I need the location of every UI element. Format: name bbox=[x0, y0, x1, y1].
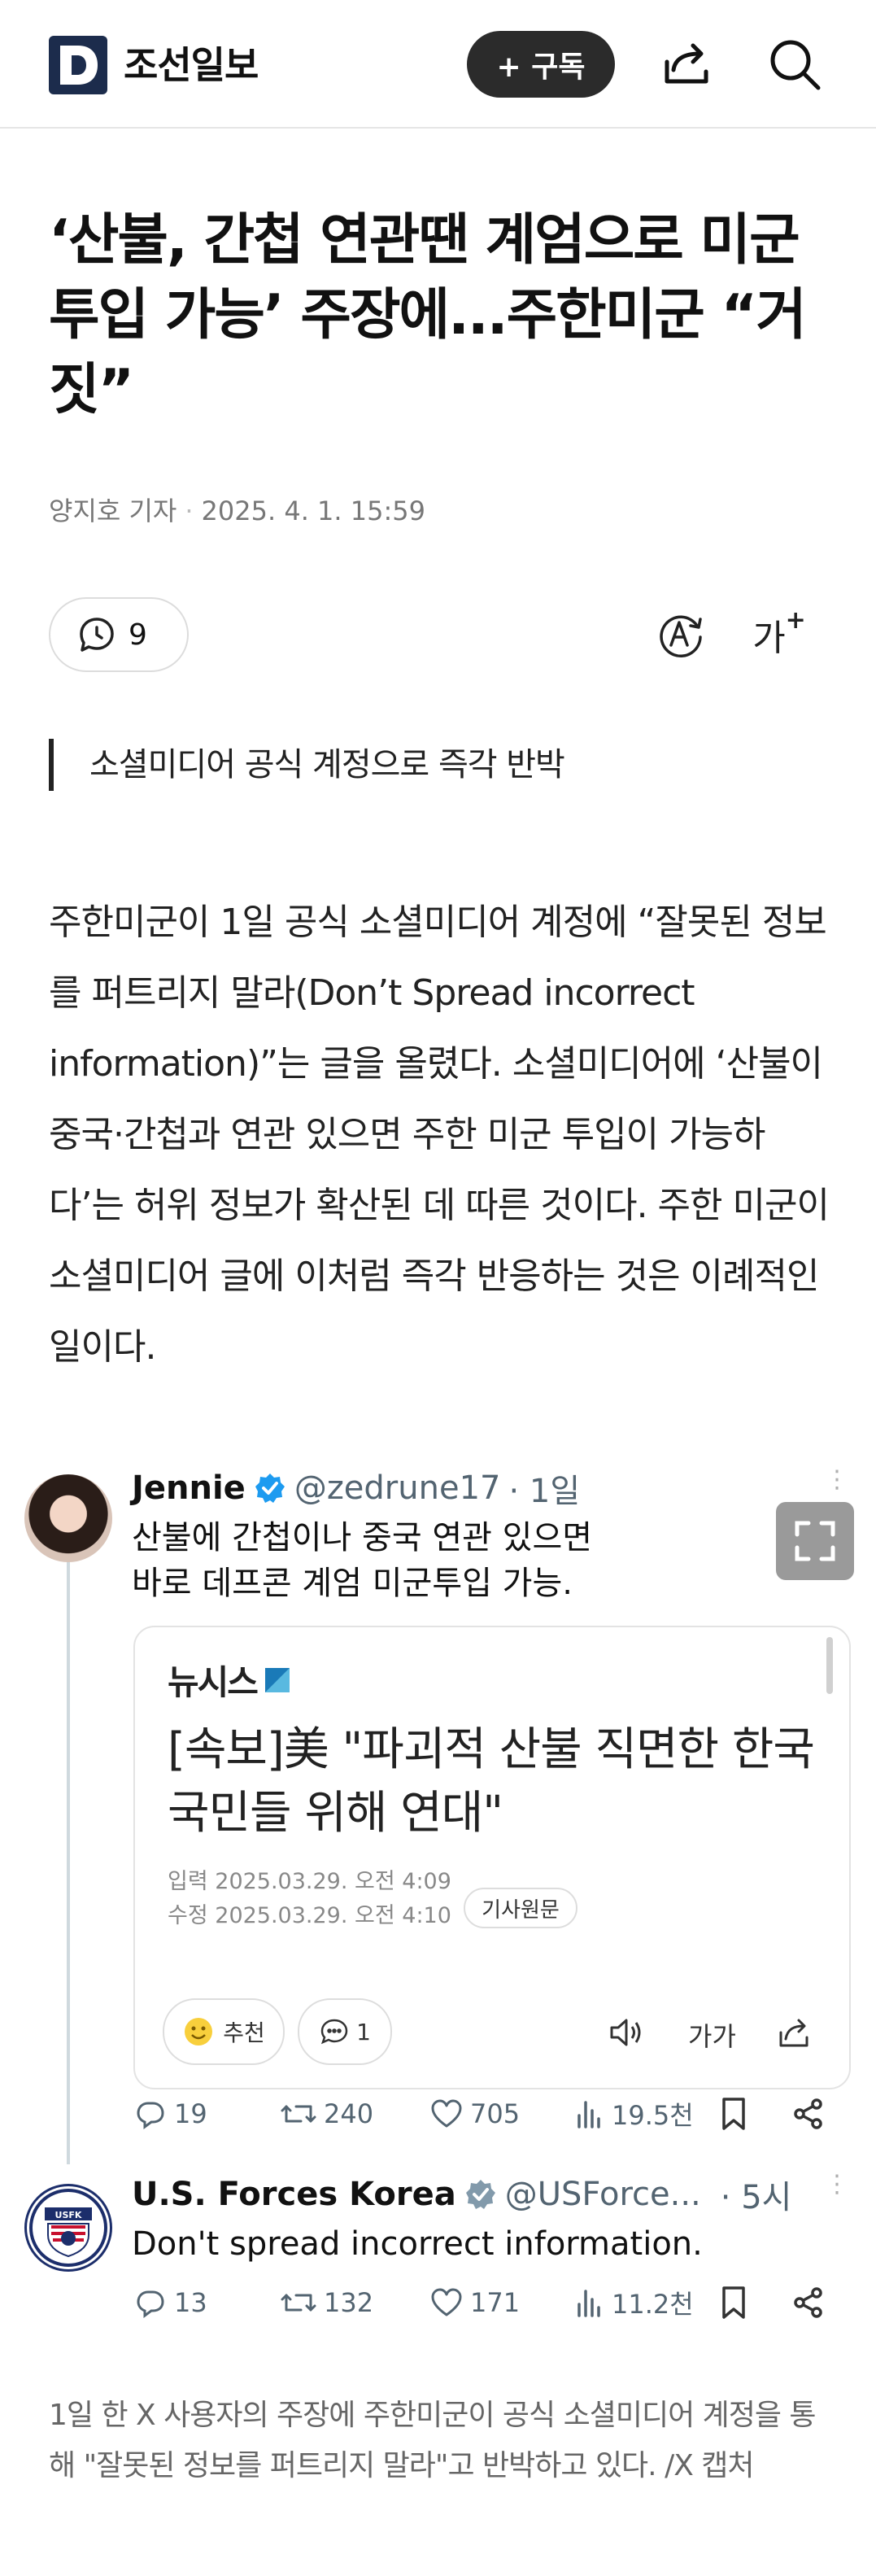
tweet2-heart-icon bbox=[431, 2288, 462, 2316]
tweet2-handle[interactable]: @USForce... bbox=[505, 2176, 701, 2213]
heart-icon bbox=[431, 2099, 462, 2128]
search-icon[interactable] bbox=[765, 34, 825, 94]
tweet1-text-line2: 바로 데프콘 계엄 미군투입 가능. bbox=[132, 1565, 573, 1602]
image-caption: 1일 한 X 사용자의 주장에 주한미군이 공식 소셜미디어 계정을 통해 "잘… bbox=[49, 2399, 817, 2482]
tweet1-text-line1: 산불에 간첩이나 중국 연관 있으면 bbox=[132, 1519, 593, 1557]
reporter-name[interactable]: 양지호 기자 bbox=[49, 496, 177, 526]
verified-badge-icon bbox=[254, 1472, 286, 1504]
subheadline: 소셜미디어 공식 계정으로 즉각 반박 bbox=[49, 739, 565, 791]
jennie-avatar[interactable] bbox=[24, 1474, 112, 1562]
like-count: 705 bbox=[470, 2098, 521, 2129]
app-header: 조선일보 + 구독 bbox=[0, 0, 876, 129]
card-font-size-icon[interactable]: 가가 bbox=[688, 2016, 736, 2054]
retweet-action[interactable]: 240 bbox=[280, 2097, 373, 2131]
tweet2-bookmark-icon[interactable] bbox=[717, 2285, 750, 2321]
news-card-title: [속보]美 "파괴적 산불 직면한 한국 국민들 위해 연대" bbox=[168, 1723, 815, 1840]
font-size-icon[interactable]: 가 + bbox=[748, 604, 810, 666]
tweet2-views-icon bbox=[577, 2290, 600, 2317]
recommend-label: 추천 bbox=[223, 2019, 265, 2046]
verified-gray-badge-icon bbox=[464, 2178, 497, 2211]
logo-d-icon[interactable] bbox=[49, 36, 107, 94]
tweet1-handle[interactable]: @zedrune17 bbox=[294, 1469, 501, 1507]
card-scrollbar[interactable] bbox=[826, 1637, 833, 1694]
comment-icon bbox=[76, 614, 117, 655]
tweet2-like-action[interactable]: 171 bbox=[429, 2286, 520, 2320]
newsis-flag-icon bbox=[264, 1667, 290, 1692]
thread-connector bbox=[67, 1546, 70, 2164]
smile-icon bbox=[182, 2015, 215, 2048]
tweet2-retweet-action[interactable]: 132 bbox=[280, 2286, 373, 2320]
usfk-avatar[interactable]: USFK bbox=[24, 2184, 112, 2272]
speaker-icon[interactable] bbox=[607, 2013, 646, 2052]
comment-count: 9 bbox=[129, 618, 147, 652]
font-size-label: 가 bbox=[752, 618, 786, 659]
reply-count: 19 bbox=[174, 2098, 207, 2129]
tweet2-like-count: 171 bbox=[470, 2287, 521, 2318]
views-action[interactable]: 19.5천 bbox=[573, 2095, 694, 2133]
share-icon[interactable] bbox=[657, 34, 717, 94]
tweet2-name[interactable]: U.S. Forces Korea bbox=[132, 2176, 456, 2213]
tweet2-reply-icon bbox=[137, 2290, 164, 2318]
reply-action[interactable]: 19 bbox=[133, 2097, 207, 2131]
translate-icon[interactable] bbox=[649, 604, 711, 666]
more-icon[interactable]: ⋮ bbox=[825, 1468, 849, 1492]
news-card[interactable]: 뉴시스 [속보]美 "파괴적 산불 직면한 한국 국민들 위해 연대" 입력 2… bbox=[133, 1626, 851, 2089]
card-comment-button[interactable]: 1 bbox=[298, 1998, 392, 2065]
retweet-count: 240 bbox=[324, 2098, 374, 2129]
card-comment-count: 1 bbox=[356, 2018, 371, 2046]
tweet2-time: · 5시 bbox=[720, 2179, 792, 2216]
publish-date: 2025. 4. 1. 15:59 bbox=[201, 496, 425, 526]
tweet2-text: Don't spread incorrect information. bbox=[132, 2225, 703, 2263]
newsis-logo: 뉴시스 bbox=[168, 1655, 290, 1705]
card-comment-icon bbox=[319, 2016, 350, 2047]
tweet2-reply-action[interactable]: 13 bbox=[133, 2286, 207, 2320]
newsis-logo-text: 뉴시스 bbox=[168, 1662, 259, 1702]
bookmark-icon[interactable] bbox=[717, 2096, 750, 2132]
tweet2-header: U.S. Forces Korea @USForce... · 5시 bbox=[132, 2171, 791, 2218]
expand-image-button[interactable] bbox=[776, 1502, 854, 1580]
like-action[interactable]: 705 bbox=[429, 2097, 520, 2131]
original-article-button[interactable]: 기사원문 bbox=[464, 1888, 577, 1928]
usfk-logo-icon: USFK bbox=[29, 2189, 107, 2267]
news-edit-time: 수정 2025.03.29. 오전 4:10 bbox=[168, 1903, 451, 1928]
byline: 양지호 기자 · 2025. 4. 1. 15:59 bbox=[49, 496, 425, 526]
tweet2-actions: 13 132 171 11.2천 bbox=[133, 2278, 849, 2327]
card-share-icon[interactable] bbox=[774, 2013, 813, 2052]
logo-text[interactable]: 조선일보 bbox=[124, 36, 259, 94]
tweet2-views-count: 11.2천 bbox=[612, 2289, 694, 2320]
svg-text:USFK: USFK bbox=[55, 2210, 82, 2220]
article-body: 주한미군이 1일 공식 소셜미디어 계정에 “잘못된 정보를 퍼트리지 말라(D… bbox=[49, 902, 830, 1368]
reply-icon bbox=[137, 2102, 164, 2129]
comment-button[interactable]: 9 bbox=[49, 597, 189, 672]
views-count: 19.5천 bbox=[612, 2100, 694, 2131]
tweet1-header: Jennie @zedrune17 · 1일 bbox=[132, 1465, 580, 1512]
tweet2-retweet-icon bbox=[281, 2294, 316, 2312]
tweet1-time: · 1일 bbox=[508, 1473, 581, 1510]
tweet2-more-icon[interactable]: ⋮ bbox=[825, 2172, 849, 2197]
article-headline: ‘산불, 간첩 연관땐 계엄으로 미군 투입 가능’ 주장에...주한미군 “거… bbox=[49, 208, 807, 422]
tweet1-actions: 19 240 705 19.5천 bbox=[133, 2089, 849, 2138]
recommend-button[interactable]: 추천 bbox=[163, 1998, 285, 2065]
tweet2-views-action[interactable]: 11.2천 bbox=[573, 2284, 694, 2321]
news-input-time: 입력 2025.03.29. 오전 4:09 bbox=[168, 1869, 451, 1894]
retweet-icon bbox=[281, 2105, 316, 2123]
tweet2-retweet-count: 132 bbox=[324, 2287, 374, 2318]
share-network-icon[interactable] bbox=[791, 2096, 826, 2132]
views-icon bbox=[577, 2101, 600, 2128]
tweet1-name[interactable]: Jennie bbox=[132, 1469, 246, 1507]
tweet2-reply-count: 13 bbox=[174, 2287, 207, 2318]
subscribe-button[interactable]: + 구독 bbox=[467, 31, 615, 98]
tweet2-share-network-icon[interactable] bbox=[791, 2285, 826, 2321]
